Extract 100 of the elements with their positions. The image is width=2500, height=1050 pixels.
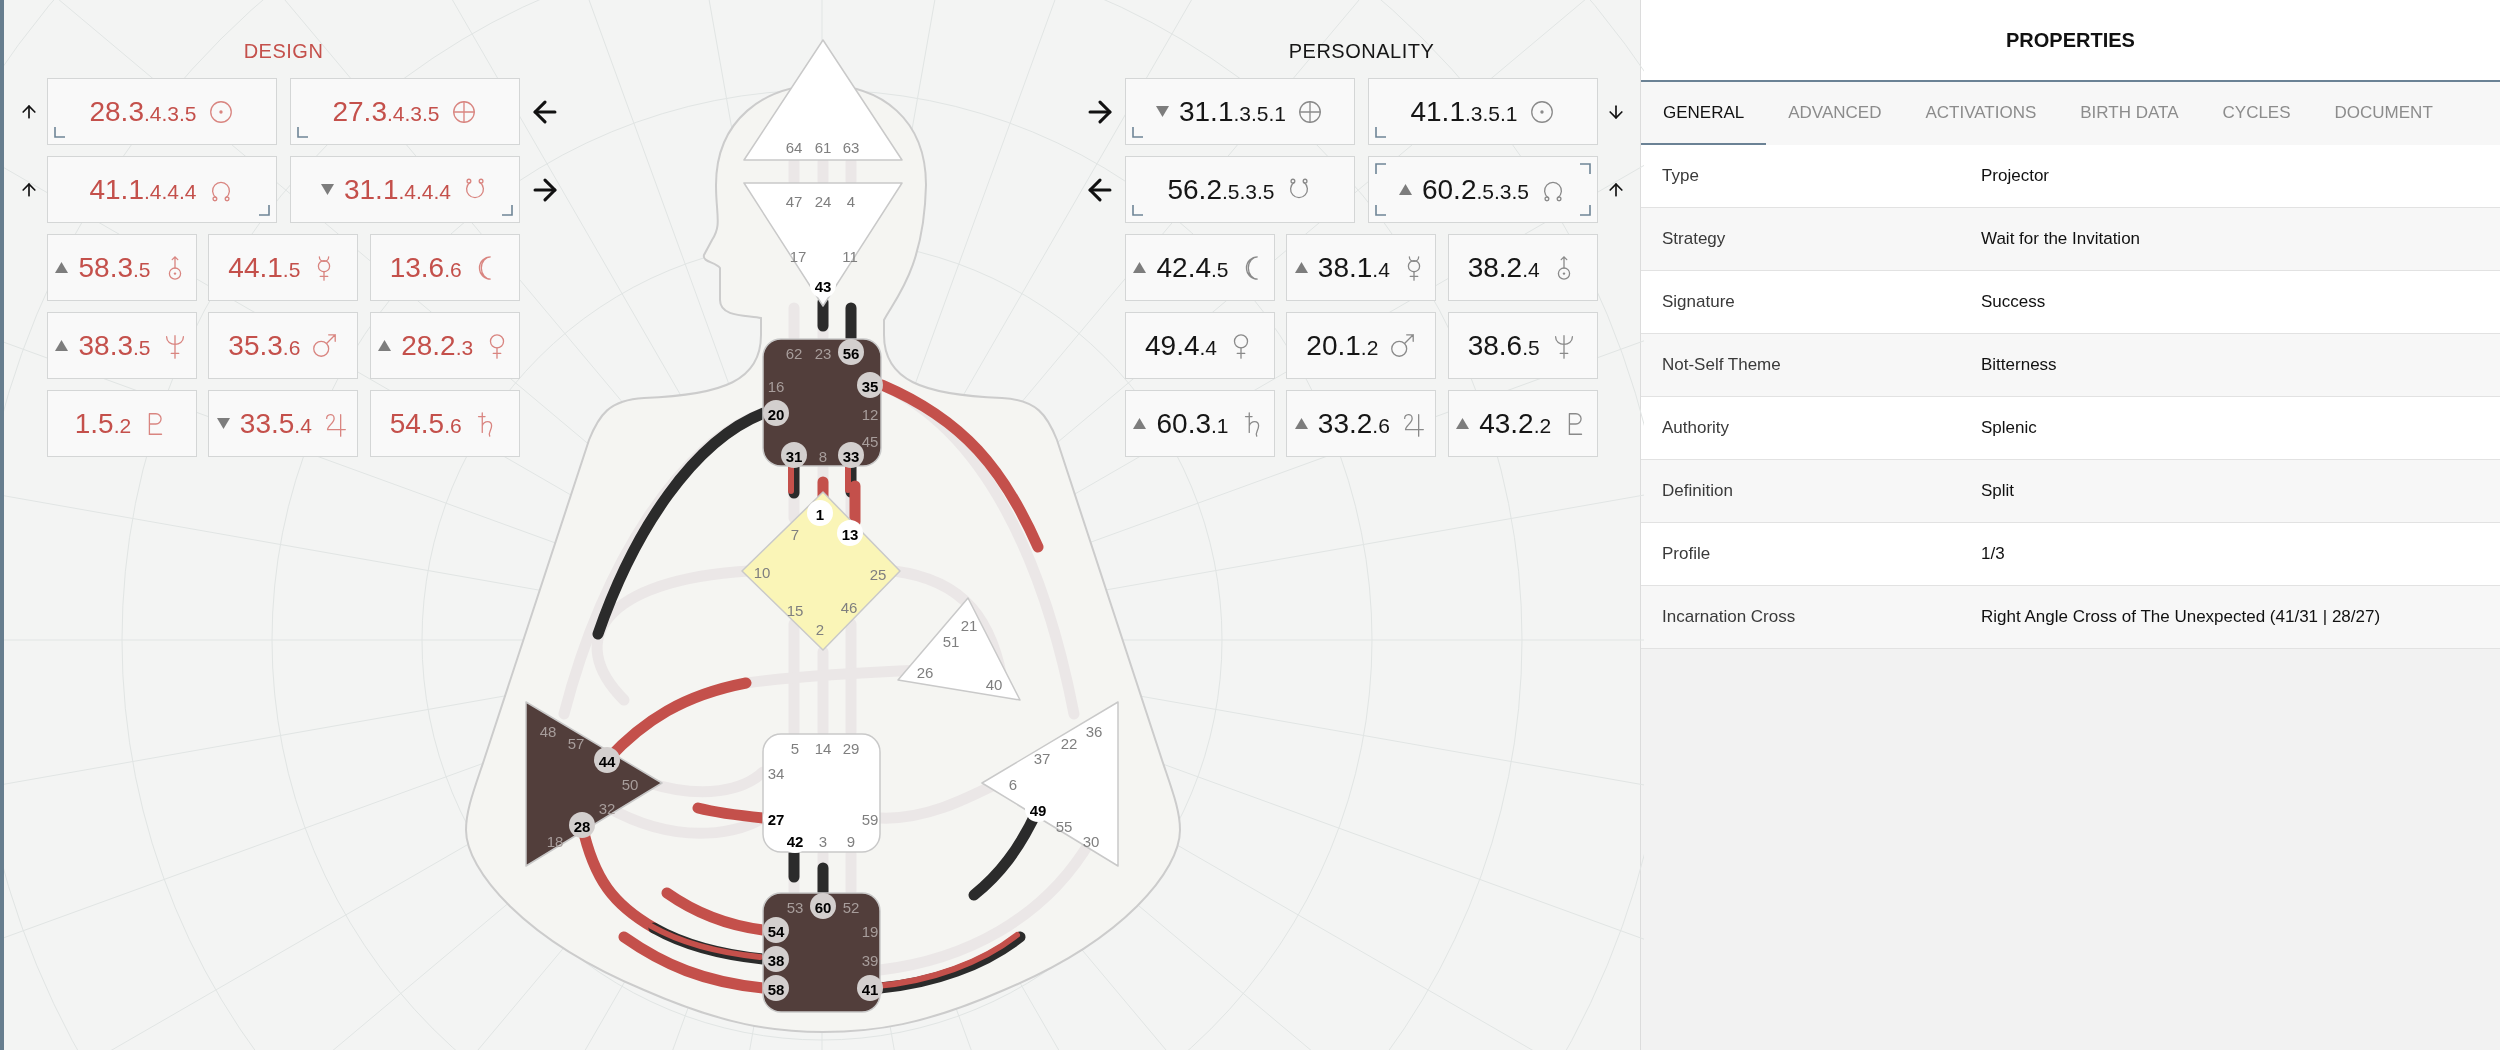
gate-badge[interactable]: 41 (857, 975, 883, 1001)
property-label: Incarnation Cross (1661, 606, 1797, 629)
activation-value: 60.2.5.3.5 (1421, 175, 1529, 204)
activation-card[interactable]: 41.1.4.4.4 (47, 156, 277, 223)
gate-number: 57 (567, 734, 585, 752)
activation-card[interactable]: 13.6.6 (369, 234, 520, 301)
activation-value: 31.1.3.5.1 (1178, 97, 1286, 126)
activation-value: 49.4.4 (1145, 331, 1217, 360)
gate-number: 23 (814, 344, 832, 362)
activation-value: 58.3.5 (78, 253, 151, 282)
panel-title: PERSONALITY (1287, 39, 1436, 64)
property-value: Bitterness (1981, 354, 2057, 377)
activation-value: 28.2.3 (401, 331, 474, 360)
activation-card[interactable]: 43.2.2 (1447, 390, 1598, 457)
activation-card[interactable]: 38.6.5 (1447, 312, 1598, 379)
gate-number: 11 (842, 247, 858, 265)
activation-card[interactable]: 49.4.4 (1125, 312, 1275, 379)
activation-value: 54.5.6 (389, 409, 462, 438)
property-label: Profile (1661, 543, 1712, 566)
gate-number: 7 (790, 525, 800, 543)
gate-number: 32 (598, 799, 616, 817)
activation-value: 33.5.4 (239, 409, 312, 438)
gate-badge[interactable]: 20 (763, 400, 789, 426)
gate-number: 46 (840, 598, 858, 616)
activation-card[interactable]: 58.3.5 (47, 234, 197, 301)
activation-card[interactable]: 42.4.5 (1125, 234, 1275, 301)
property-value: Split (1981, 480, 2015, 503)
activation-card[interactable]: 35.3.6 (208, 312, 359, 379)
activation-value: 56.2.5.3.5 (1167, 175, 1275, 204)
activation-card[interactable]: 28.3.4.3.5 (47, 78, 277, 145)
activation-value: 38.2.4 (1467, 253, 1540, 282)
activation-card[interactable]: 31.1.3.5.1 (1125, 78, 1355, 145)
activation-value: 33.2.6 (1317, 409, 1390, 438)
activation-card[interactable]: 20.1.2 (1286, 312, 1437, 379)
activation-card[interactable]: 33.2.6 (1286, 390, 1437, 457)
gate-number: 63 (842, 138, 860, 156)
activation-card[interactable]: 54.5.6 (369, 390, 520, 457)
property-value: Splenic (1981, 417, 2037, 440)
activation-value: 27.3.4.3.5 (332, 97, 440, 126)
activation-card[interactable]: 44.1.5 (208, 234, 359, 301)
activation-value: 38.3.5 (78, 331, 151, 360)
activation-value: 35.3.6 (228, 331, 301, 360)
gate-badge[interactable]: 28 (569, 812, 595, 838)
gate-number: 16 (767, 377, 785, 395)
gate-badge[interactable]: 54 (763, 917, 789, 943)
panel-title: DESIGN (242, 39, 325, 64)
activation-card[interactable]: 27.3.4.3.5 (290, 78, 520, 145)
gate-number: 62 (785, 344, 803, 362)
property-value: 1/3 (1981, 543, 2005, 566)
activation-card[interactable]: 38.2.4 (1447, 234, 1598, 301)
gate-number: 37 (1033, 749, 1051, 767)
property-label: Type (1661, 165, 1700, 188)
activation-card[interactable]: 28.2.3 (369, 312, 520, 379)
panel-title: PROPERTIES (2006, 28, 2135, 53)
gate-badge[interactable]: 38 (763, 946, 789, 972)
activation-value: 1.5.2 (74, 409, 132, 438)
property-label: Authority (1661, 417, 1731, 440)
gate-number: 36 (1085, 722, 1103, 740)
gate-number: 30 (1082, 832, 1100, 850)
activation-card[interactable]: 60.2.5.3.5 (1368, 156, 1598, 223)
gate-badge[interactable]: 35 (857, 372, 883, 398)
gate-number: 51 (942, 632, 960, 650)
activation-card[interactable]: 41.1.3.5.1 (1368, 78, 1598, 145)
activation-card[interactable]: 38.3.5 (47, 312, 197, 379)
gate-number: 9 (846, 832, 856, 850)
activation-card[interactable]: 31.1.4.4.4 (290, 156, 520, 223)
gate-number: 53 (786, 898, 804, 916)
gate-badge[interactable]: 58 (763, 975, 789, 1001)
activation-card[interactable]: 60.3.1 (1125, 390, 1275, 457)
activation-value: 41.1.4.4.4 (89, 175, 197, 204)
gate-number: 26 (916, 663, 934, 681)
activation-card[interactable]: 38.1.4 (1286, 234, 1437, 301)
gate-number: 18 (546, 832, 564, 850)
gate-badge[interactable]: 1 (807, 500, 833, 526)
gate-badge[interactable]: 56 (838, 339, 864, 365)
activation-value: 41.1.3.5.1 (1410, 97, 1518, 126)
mars-symbol-icon (1388, 331, 1417, 360)
gate-number: 50 (621, 775, 639, 793)
property-label: Not-Self Theme (1661, 354, 1782, 377)
gate-badge[interactable]: 44 (594, 747, 620, 773)
gate-number: 21 (960, 616, 978, 634)
gate-number: 25 (869, 565, 887, 583)
gate-number: 3 (818, 832, 828, 850)
gate-badge[interactable]: 31 (781, 442, 807, 468)
activation-card[interactable]: 1.5.2 (47, 390, 197, 457)
property-value: Wait for the Invitation (1981, 228, 2141, 251)
activation-card[interactable]: 56.2.5.3.5 (1125, 156, 1355, 223)
gate-number: 34 (767, 764, 785, 782)
gate-number: 39 (861, 951, 879, 969)
activation-value: 44.1.5 (228, 253, 301, 282)
gate-number: 19 (861, 922, 879, 940)
activation-card[interactable]: 33.5.4 (208, 390, 359, 457)
gate-number: 40 (985, 675, 1003, 693)
gate-number: 64 (785, 138, 803, 156)
gate-number: 2 (815, 620, 825, 638)
activation-value: 60.3.1 (1156, 409, 1229, 438)
gate-number: 15 (786, 601, 804, 619)
gate-badge[interactable]: 60 (810, 893, 836, 919)
gate-number: 52 (842, 898, 860, 916)
gate-badge[interactable]: 13 (837, 520, 863, 546)
